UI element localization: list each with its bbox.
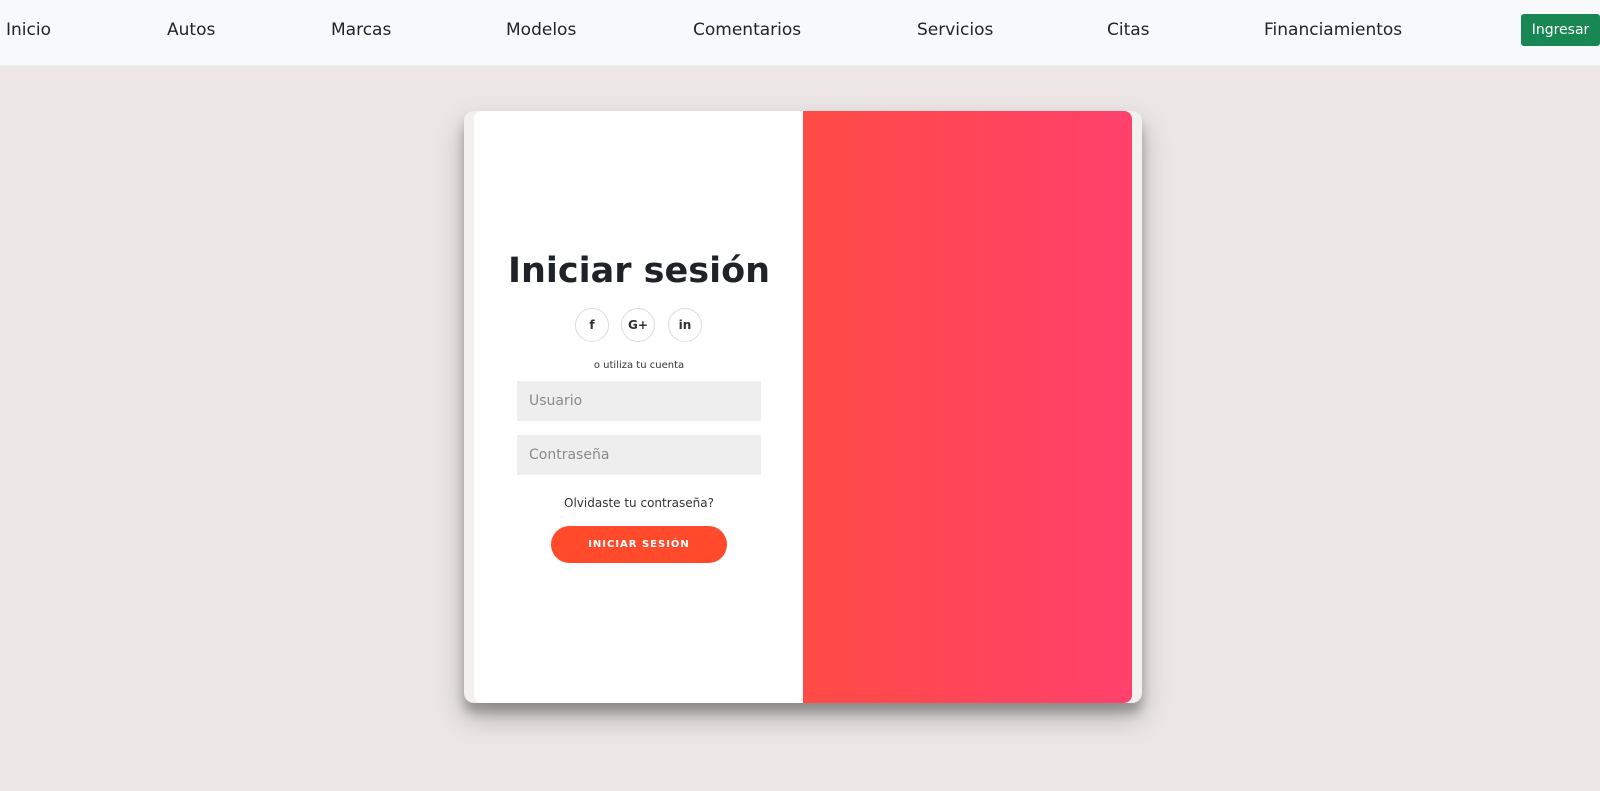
nav-link-servicios[interactable]: Servicios: [917, 18, 993, 42]
forgot-password-link[interactable]: Olvidaste tu contraseña?: [474, 496, 804, 510]
google-plus-icon[interactable]: G+: [621, 308, 655, 342]
username-input[interactable]: [517, 381, 761, 421]
nav-link-citas[interactable]: Citas: [1107, 18, 1150, 42]
linkedin-icon[interactable]: in: [668, 308, 702, 342]
nav-link-marcas[interactable]: Marcas: [331, 18, 391, 42]
nav-link-financiamientos[interactable]: Financiamientos: [1264, 18, 1402, 42]
password-input[interactable]: [517, 435, 761, 475]
overlay-panel: [803, 111, 1132, 703]
nav-link-autos[interactable]: Autos: [167, 18, 215, 42]
account-hint: o utiliza tu cuenta: [593, 360, 685, 371]
top-navbar: Inicio Autos Marcas Modelos Comentarios …: [0, 0, 1600, 66]
nav-link-inicio[interactable]: Inicio: [6, 18, 51, 42]
ingresar-button[interactable]: Ingresar: [1521, 14, 1600, 46]
nav-link-modelos[interactable]: Modelos: [506, 18, 576, 42]
sign-in-button[interactable]: INICIAR SESIÓN: [551, 526, 727, 563]
sign-in-form: Iniciar sesión f G+ in o utiliza tu cuen…: [474, 111, 804, 703]
form-title: Iniciar sesión: [507, 251, 771, 291]
nav-link-comentarios[interactable]: Comentarios: [693, 18, 801, 42]
facebook-icon[interactable]: f: [575, 308, 609, 342]
